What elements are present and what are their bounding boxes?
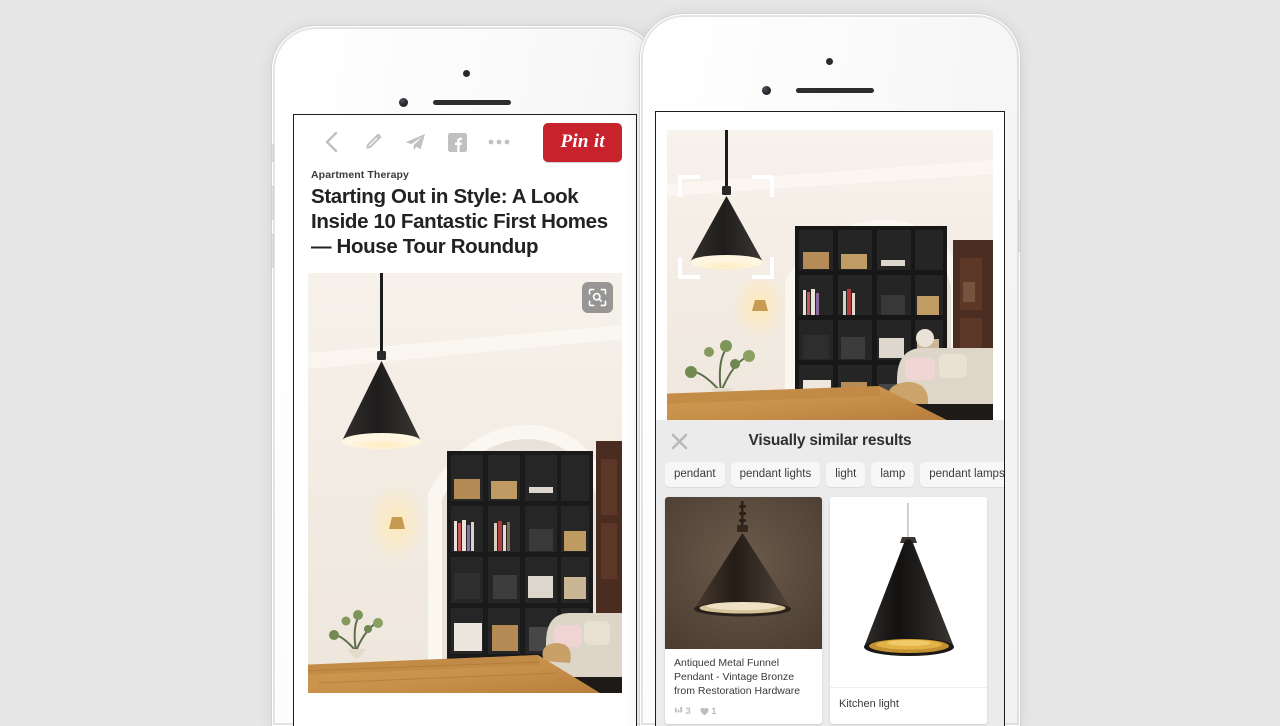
like-count: 1 xyxy=(711,705,717,717)
scene-root: Pin it Apartment Therapy Starting Out in… xyxy=(0,0,1280,726)
tag-chip[interactable]: pendant xyxy=(665,462,725,487)
phone-right-screen: Visually similar results pendant pendant… xyxy=(656,112,1004,726)
front-camera xyxy=(399,98,408,107)
pin-it-button[interactable]: Pin it xyxy=(543,122,622,162)
front-camera xyxy=(762,86,771,95)
pin-toolbar: Pin it xyxy=(294,115,636,169)
paper-plane-icon[interactable] xyxy=(394,121,436,163)
tag-chip[interactable]: pendant lights xyxy=(730,462,821,487)
interior-scene-crop xyxy=(667,130,993,420)
result-title: Antiqued Metal Funnel Pendant - Vintage … xyxy=(674,657,801,697)
tag-chip[interactable]: pendant lamps xyxy=(920,462,1004,487)
earpiece-speaker xyxy=(433,100,511,105)
facebook-icon[interactable] xyxy=(436,121,478,163)
tag-list: pendant pendant lights light lamp pendan… xyxy=(656,462,1004,497)
result-card[interactable]: Kitchen light xyxy=(830,497,987,724)
phone-left: Pin it Apartment Therapy Starting Out in… xyxy=(271,26,658,726)
silence-switch[interactable] xyxy=(271,144,274,162)
interior-scene-full xyxy=(308,273,622,694)
volume-up-button[interactable] xyxy=(271,186,274,220)
result-stats: 3 1 xyxy=(674,706,813,717)
panel-title: Visually similar results xyxy=(748,432,912,449)
volume-down-button[interactable] xyxy=(271,234,274,268)
panel-header: Visually similar results xyxy=(656,420,1004,462)
result-card[interactable]: Antiqued Metal Funnel Pendant - Vintage … xyxy=(665,497,822,724)
result-image xyxy=(830,497,987,687)
ellipsis-icon[interactable] xyxy=(478,121,520,163)
result-title: Kitchen light xyxy=(839,698,899,710)
results-grid: Antiqued Metal Funnel Pendant - Vintage … xyxy=(656,497,1004,724)
power-button[interactable] xyxy=(1018,200,1021,252)
tag-chip[interactable]: light xyxy=(826,462,866,487)
phone-left-screen: Pin it Apartment Therapy Starting Out in… xyxy=(294,115,636,726)
repin-count: 3 xyxy=(685,705,691,717)
result-body: Kitchen light xyxy=(830,687,987,721)
pin-source: Apartment Therapy xyxy=(311,169,409,181)
repin-stat: 3 xyxy=(674,706,691,717)
pencil-icon[interactable] xyxy=(352,121,394,163)
heart-icon xyxy=(700,707,709,715)
close-icon[interactable] xyxy=(666,428,692,454)
result-body: Antiqued Metal Funnel Pendant - Vintage … xyxy=(665,649,822,724)
proximity-sensor xyxy=(826,58,833,65)
phone-right: Visually similar results pendant pendant… xyxy=(640,14,1021,726)
visual-search-panel: Visually similar results pendant pendant… xyxy=(656,420,1004,726)
result-image xyxy=(665,497,822,649)
earpiece-speaker xyxy=(796,88,874,93)
pin-meta: Apartment Therapy Starting Out in Style:… xyxy=(294,169,636,259)
tag-chip[interactable]: lamp xyxy=(871,462,915,487)
pin-photo[interactable] xyxy=(308,273,622,694)
chevron-left-icon[interactable] xyxy=(310,121,352,163)
repin-icon xyxy=(674,706,683,712)
proximity-sensor xyxy=(463,70,470,77)
pin-title: Starting Out in Style: A Look Inside 10 … xyxy=(311,185,608,258)
visual-search-icon[interactable] xyxy=(582,282,613,314)
like-stat: 1 xyxy=(700,706,717,717)
visual-search-hero[interactable] xyxy=(667,130,993,420)
